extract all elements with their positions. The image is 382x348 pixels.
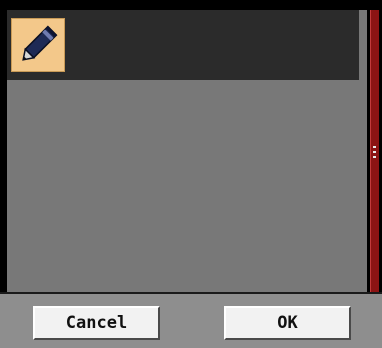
scrollbar-track[interactable]: [370, 10, 379, 292]
dialog-panel: Cancel OK: [0, 0, 382, 348]
button-bar: Cancel OK: [0, 292, 382, 348]
list-area[interactable]: [7, 10, 367, 292]
pen-icon: [22, 25, 58, 61]
list-item[interactable]: [7, 10, 359, 80]
cancel-button[interactable]: Cancel: [33, 306, 160, 340]
ok-button[interactable]: OK: [224, 306, 351, 340]
vertical-scrollbar[interactable]: [367, 10, 382, 292]
pen-tile[interactable]: [11, 18, 65, 72]
scrollbar-grip-icon[interactable]: [373, 146, 376, 158]
